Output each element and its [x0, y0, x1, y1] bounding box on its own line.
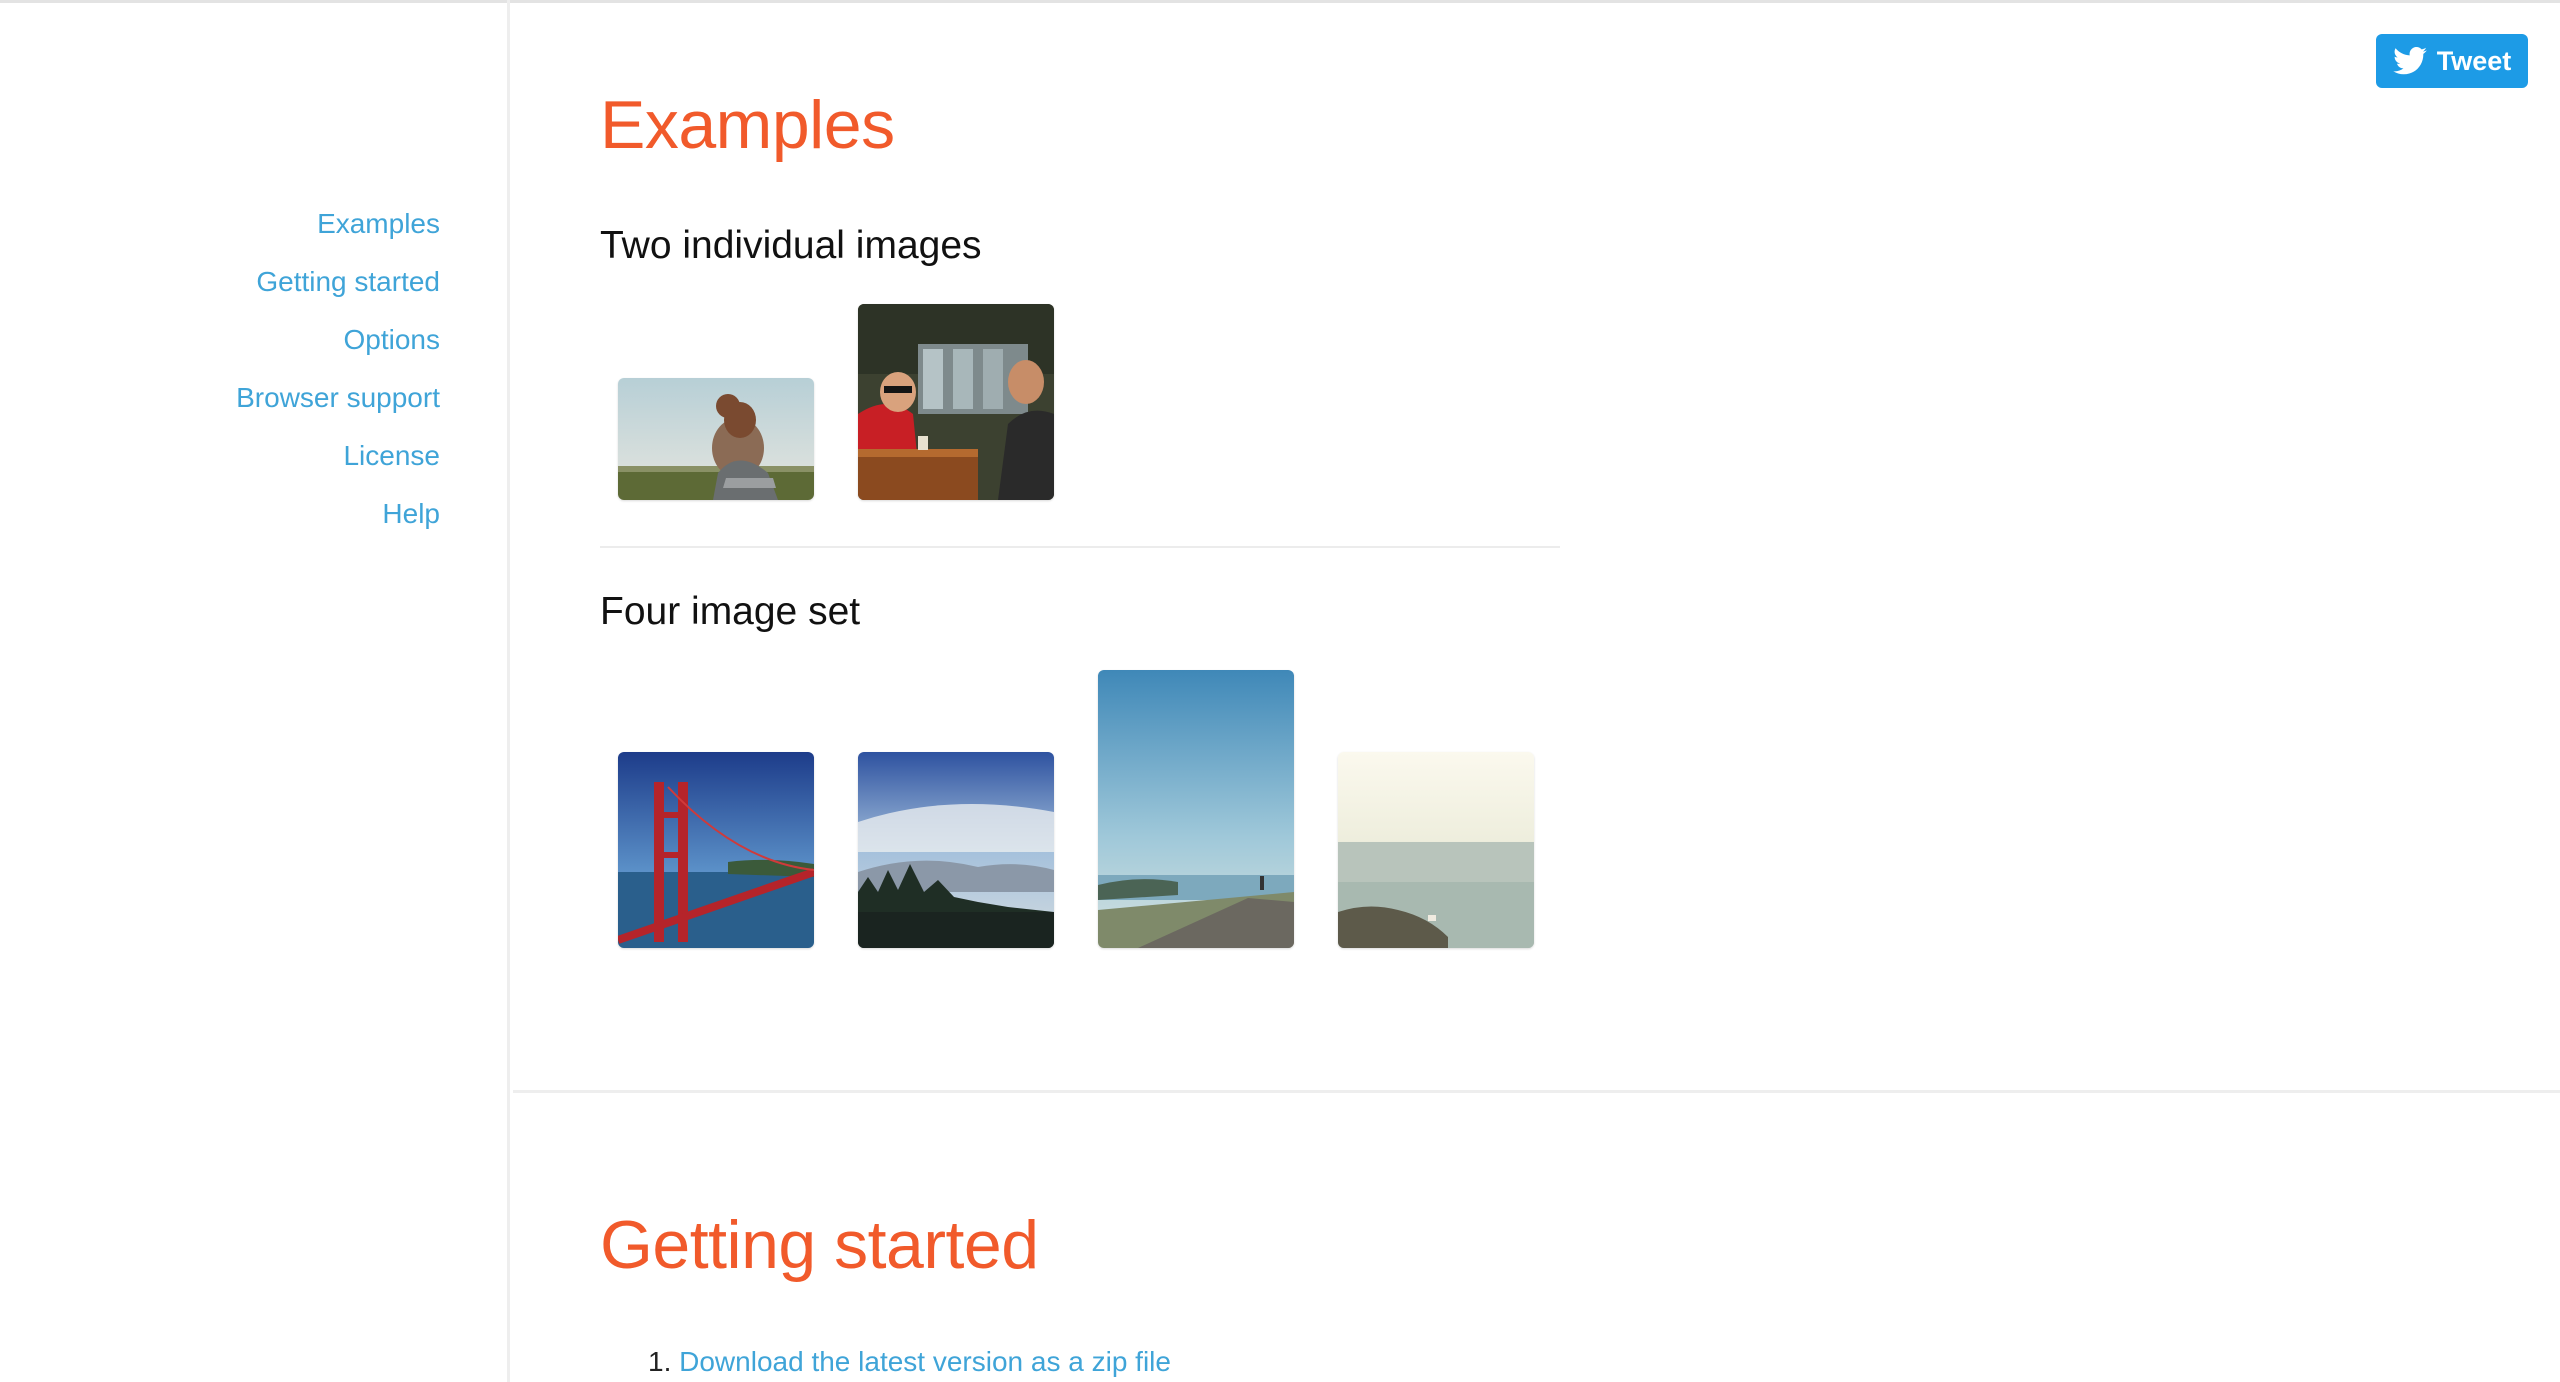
sidebar-nav: Examples Getting started Options Browser…: [236, 200, 440, 548]
sidebar-link-options[interactable]: Options: [344, 324, 441, 355]
getting-started-title: Getting started: [600, 1207, 1039, 1283]
misty-sea-cliff-image[interactable]: [1338, 752, 1534, 948]
section-divider: [600, 546, 1560, 548]
wide-section-divider: [513, 1090, 2560, 1093]
examples-title: Examples: [600, 87, 895, 163]
sidebar-item-getting-started: Getting started: [236, 258, 440, 316]
sidebar-item-options: Options: [236, 316, 441, 374]
men-cafe-photo: [858, 304, 1054, 500]
step-number: 1.: [648, 1346, 672, 1377]
tweet-label: Tweet: [2436, 45, 2512, 76]
road-coast-image[interactable]: [1098, 670, 1294, 948]
sidebar-link-browser-support[interactable]: Browser support: [236, 382, 440, 413]
sidebar-link-examples[interactable]: Examples: [317, 208, 440, 239]
sidebar-link-license[interactable]: License: [343, 440, 440, 471]
tweet-button[interactable]: Tweet: [2376, 34, 2528, 88]
sea-photo: [1338, 752, 1534, 948]
two-images-title: Two individual images: [600, 224, 982, 267]
sidebar-item-help: Help: [236, 490, 440, 548]
golden-gate-bridge-image[interactable]: [618, 752, 814, 948]
sidebar-item-browser-support: Browser support: [236, 374, 440, 432]
woman-on-hill-image[interactable]: [618, 378, 814, 500]
install-steps-list: 1. Download the latest version as a zip …: [648, 1346, 1171, 1378]
road-photo: [1098, 670, 1294, 948]
bridge-photo: [618, 752, 814, 948]
sidebar-link-getting-started[interactable]: Getting started: [256, 266, 440, 297]
woman-photo: [618, 378, 814, 500]
men-at-cafe-image[interactable]: [858, 304, 1054, 500]
sidebar-item-license: License: [236, 432, 440, 490]
download-zip-link[interactable]: Download the latest version as a zip fil…: [679, 1346, 1171, 1377]
four-images-title: Four image set: [600, 590, 861, 633]
sidebar-link-help[interactable]: Help: [382, 498, 440, 529]
twitter-bird-icon: [2392, 47, 2427, 75]
forest-photo: [858, 752, 1054, 948]
sidebar-item-examples: Examples: [236, 200, 440, 258]
forest-mountains-image[interactable]: [858, 752, 1054, 948]
sidebar: Examples Getting started Options Browser…: [0, 0, 510, 1382]
